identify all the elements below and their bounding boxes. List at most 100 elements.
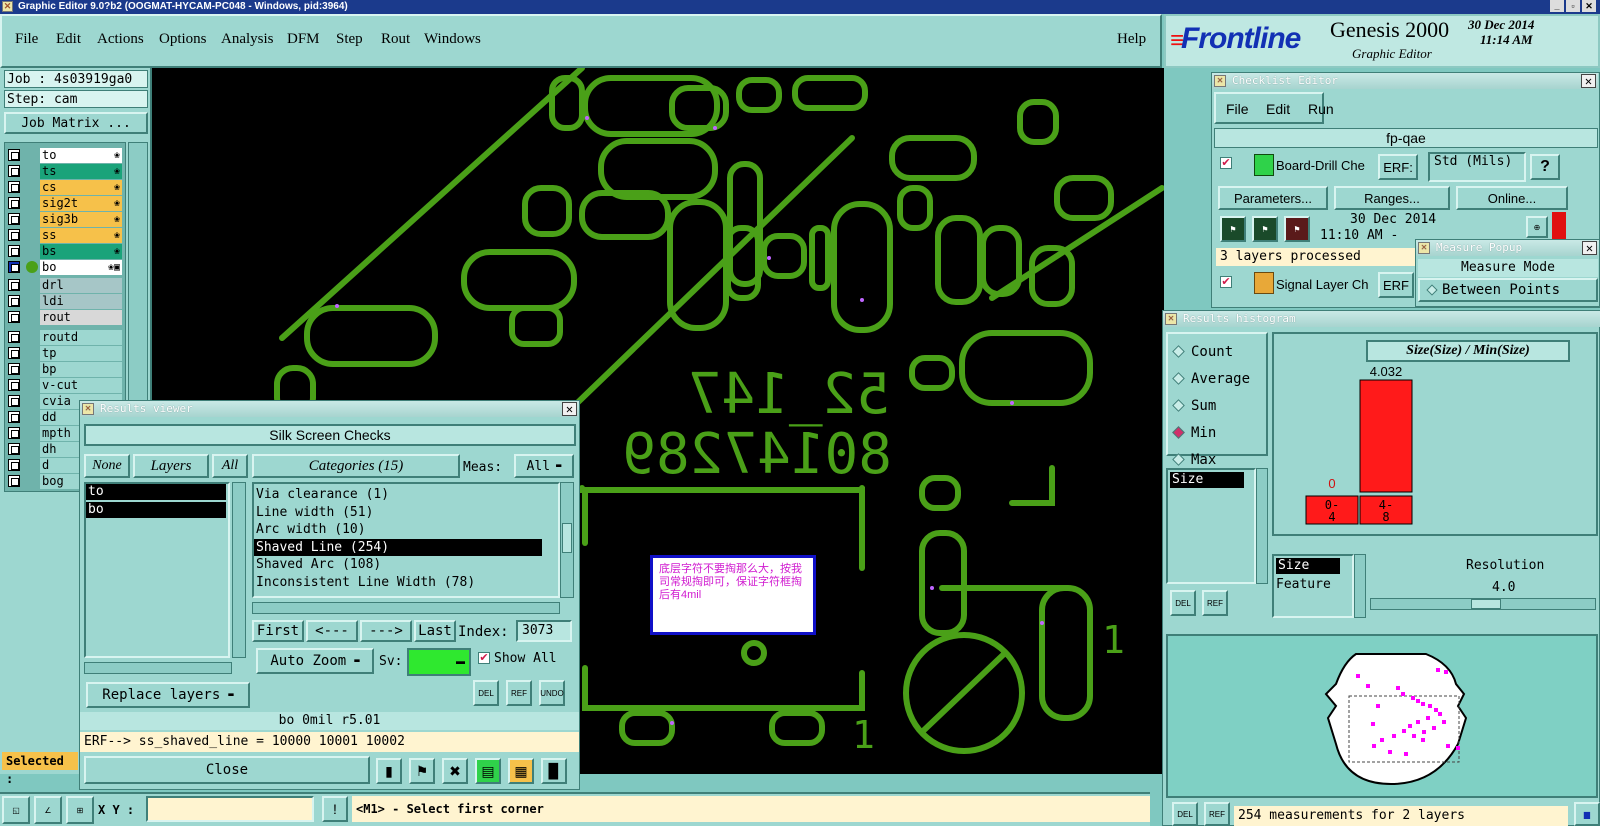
layer-row-bp[interactable]: bp [8,362,122,377]
layer-row-cs[interactable]: cs ❀ [8,180,122,195]
replace-layers-select[interactable]: Replace layers ▬ [86,682,250,708]
close-window-button[interactable]: ✕ [1582,0,1596,12]
layer-name[interactable]: routd [40,330,122,345]
bar-icon[interactable]: ▮ [376,758,402,784]
chart-icon[interactable]: ▉ [541,758,567,784]
auto-zoom-select[interactable]: Auto Zoom ▬ [256,648,374,674]
layer-row-ss[interactable]: ss ❀ [8,228,122,243]
layer-checkbox[interactable] [8,347,20,359]
maximize-button[interactable]: ▫ [1566,0,1580,12]
layer-name[interactable]: sig2t ❀ [40,196,122,211]
layers-button[interactable]: Layers [133,454,209,478]
layer-checkbox[interactable] [8,331,20,343]
layer-name[interactable]: bo ❀▣ [40,260,122,275]
item-checkbox[interactable]: ✔ [1220,157,1232,169]
menu-edit[interactable]: Edit [56,31,97,48]
help-button[interactable]: ? [1530,154,1560,180]
layer-checkbox[interactable] [8,181,20,193]
layer-checkbox[interactable] [8,261,20,273]
measure-icon[interactable]: ∠ [34,796,62,824]
first-button[interactable]: First [252,620,304,642]
layer-checkbox[interactable] [8,197,20,209]
close-icon[interactable]: ✕ [1582,241,1597,255]
counter-icon[interactable]: ▤ [475,758,501,784]
meas-select[interactable]: All ▬ [514,454,574,478]
none-button[interactable]: None [84,454,130,478]
layer-checkbox[interactable] [8,279,20,291]
category-item[interactable]: Inconsistent Line Width (78) [254,574,542,591]
resolution-slider[interactable] [1370,598,1596,610]
close-icon[interactable]: ✕ [1581,74,1596,88]
layer-list-item[interactable]: to [86,484,226,500]
histogram-option-average[interactable]: Average [1172,371,1250,387]
grid-icon[interactable]: ⊞ [66,796,94,824]
layer-checkbox[interactable] [8,459,20,471]
histogram-option-count[interactable]: Count [1172,344,1233,360]
item-checkbox[interactable]: ✔ [1220,276,1232,288]
category-item[interactable]: Shaved Arc (108) [254,556,542,573]
slider-thumb[interactable] [1471,599,1501,609]
layer-row-tp[interactable]: tp [8,346,122,361]
layer-checkbox[interactable] [8,213,20,225]
next-button[interactable]: ---> [360,620,412,642]
layer-checkbox[interactable] [8,245,20,257]
stop-icon[interactable]: ⚑ [1284,216,1310,242]
preview-ref-button[interactable]: REF [1204,802,1230,826]
run-all-icon[interactable]: ⚑ [1252,216,1278,242]
category-item[interactable]: Via clearance (1) [254,486,542,503]
del-button[interactable]: DEL [473,680,499,706]
category-item[interactable]: Line width (51) [254,504,542,521]
menu-help[interactable]: Help [1117,31,1146,48]
layer-row-bo[interactable]: bo ❀▣ [8,260,122,275]
scroll-thumb[interactable] [562,523,572,553]
measure-mode-option[interactable]: Between Points [1418,278,1598,302]
layer-checkbox[interactable] [8,379,20,391]
size-list-scrollbar[interactable] [1256,468,1268,584]
menu-file[interactable]: File [15,31,56,48]
minimize-button[interactable]: _ [1550,0,1564,12]
checklist-item-2[interactable]: Signal Layer Ch [1276,277,1376,292]
layer-checkbox[interactable] [8,475,20,487]
last-button[interactable]: Last [414,620,456,642]
prev-button[interactable]: <--- [306,620,358,642]
ranges-button[interactable]: Ranges... [1334,186,1450,210]
layer-list-item[interactable]: bo [86,502,226,518]
layer-name[interactable]: cs ❀ [40,180,122,195]
ref-button[interactable]: REF [506,680,532,706]
layer-name[interactable]: ts ❀ [40,164,122,179]
layer-row-to[interactable]: to ❀ [8,148,122,163]
categories-button[interactable]: Categories (15) [252,454,460,478]
flag-icon[interactable]: ⚑ [409,758,435,784]
layer-row-routd[interactable]: routd [8,330,122,345]
job-matrix-button[interactable]: Job Matrix ... [4,112,148,134]
erf-value[interactable]: Std (Mils) [1428,152,1526,182]
layer-listbox-scrollbar[interactable] [232,482,246,658]
layer-row-sig3b[interactable]: sig3b ❀ [8,212,122,227]
layer-checkbox[interactable] [8,411,20,423]
layer-row-drl[interactable]: drl [8,278,122,293]
menu-options[interactable]: Options [159,31,221,48]
erf-button-2[interactable]: ERF [1378,272,1414,298]
exclamation-icon[interactable]: ! [322,796,348,822]
attr-list-scrollbar[interactable] [1354,554,1366,618]
online-button[interactable]: Online... [1456,186,1568,210]
checklist-menu-run[interactable]: Run [1308,101,1334,117]
layer-name[interactable]: rout [40,310,122,325]
layer-name[interactable]: ss ❀ [40,228,122,243]
menu-step[interactable]: Step [336,31,381,48]
hist-del-button[interactable]: DEL [1170,590,1196,616]
layer-name[interactable]: ldi [40,294,122,309]
checklist-item-1[interactable]: Board-Drill Che [1276,158,1376,173]
layer-row-ts[interactable]: ts ❀ [8,164,122,179]
close-icon[interactable]: ✕ [562,402,577,416]
layer-checkbox[interactable] [8,311,20,323]
attr-list-item[interactable]: Feature [1276,577,1331,592]
layer-row-sig2t[interactable]: sig2t ❀ [8,196,122,211]
index-input[interactable]: 3073 [516,620,572,642]
preview-del-button[interactable]: DEL [1172,802,1198,826]
undo-button[interactable]: UNDO [539,680,565,706]
menu-analysis[interactable]: Analysis [221,31,287,48]
erase-icon[interactable]: ✖ [442,758,468,784]
menu-actions[interactable]: Actions [97,31,159,48]
layer-name[interactable]: v-cut [40,378,122,393]
